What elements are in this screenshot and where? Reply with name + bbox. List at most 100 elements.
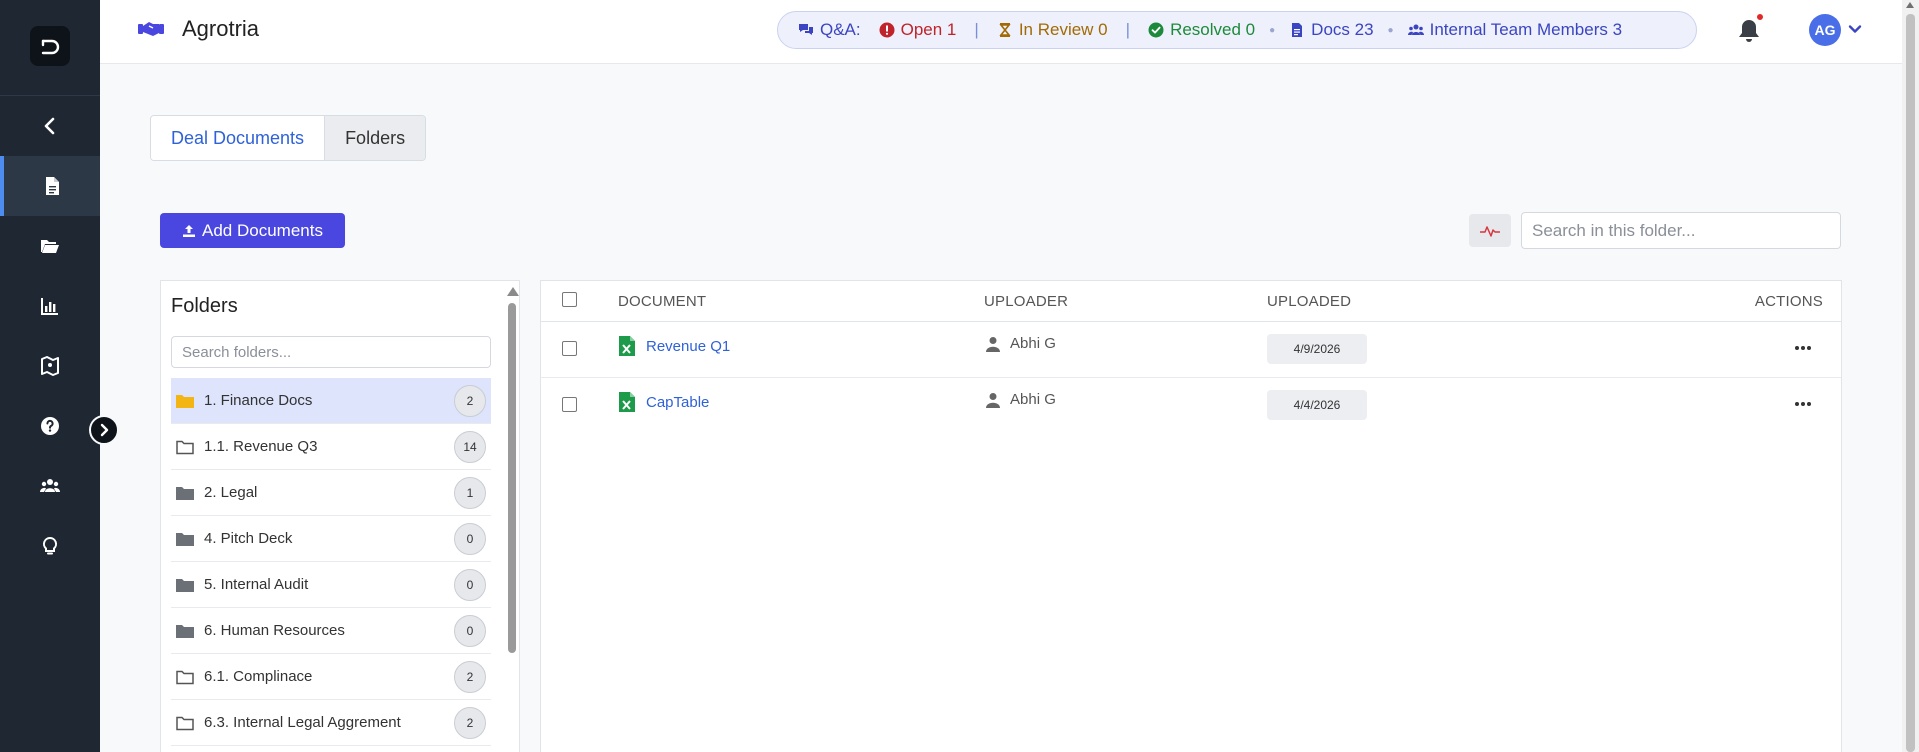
upload-icon — [183, 224, 196, 237]
folder-count-badge: 0 — [454, 568, 486, 601]
column-header-uploader[interactable]: UPLOADER — [984, 281, 1068, 321]
chevron-left-icon — [44, 117, 55, 135]
top-header: Agrotria Q&A: Open 1 | In Review 0 | Res… — [100, 0, 1902, 64]
scroll-up-arrow[interactable] — [507, 287, 519, 296]
open-count: Open 1 — [900, 20, 957, 39]
tab-folders[interactable]: Folders — [324, 116, 426, 160]
scrollbar-thumb[interactable] — [1906, 14, 1915, 752]
document-link[interactable]: Revenue Q1 — [646, 338, 730, 355]
page-title: Agrotria — [182, 16, 260, 41]
question-icon — [41, 417, 59, 435]
sidebar-item-help[interactable] — [0, 396, 100, 456]
activity-button[interactable] — [1469, 214, 1511, 247]
sidebar-item-map[interactable] — [0, 336, 100, 396]
column-header-uploaded[interactable]: UPLOADED — [1267, 281, 1351, 321]
users-icon — [1407, 24, 1424, 35]
uploader-cell: Abhi G — [986, 335, 1056, 352]
qa-label: Q&A: — [820, 20, 861, 39]
exclamation-circle-icon — [879, 22, 895, 38]
in-review-count: In Review 0 — [1018, 20, 1108, 39]
handshake-icon — [138, 22, 164, 36]
excel-file-icon — [619, 392, 635, 412]
excel-file-icon — [619, 336, 635, 356]
row-checkbox[interactable] — [562, 397, 577, 412]
heartbeat-icon — [1480, 225, 1500, 237]
documents-table: DOCUMENT UPLOADER UPLOADED ACTIONS Reven… — [540, 280, 1842, 752]
scrollbar-thumb[interactable] — [508, 303, 516, 653]
sidebar — [0, 0, 100, 752]
header-divider — [541, 321, 1841, 322]
folder-count-badge: 0 — [454, 522, 486, 555]
qa-stat[interactable]: Q&A: — [798, 20, 861, 40]
bar-chart-icon — [41, 298, 58, 315]
uploader-name: Abhi G — [1010, 391, 1056, 408]
folder-search-input[interactable] — [1521, 212, 1841, 249]
folders-scrollbar[interactable] — [506, 287, 519, 752]
resolved-stat[interactable]: Resolved 0 — [1148, 20, 1255, 40]
app-logo[interactable] — [30, 26, 70, 66]
folder-item[interactable]: 6. Human Resources 0 — [171, 608, 491, 654]
folder-count-badge: 2 — [454, 384, 486, 417]
sidebar-collapse-button[interactable] — [0, 96, 100, 156]
folder-count-badge: 2 — [454, 660, 486, 693]
page-scrollbar[interactable] — [1902, 0, 1919, 752]
folder-count-badge: 1 — [454, 476, 486, 509]
folder-item[interactable]: 4. Pitch Deck 0 — [171, 516, 491, 562]
folder-name: 2. Legal — [204, 484, 258, 501]
folder-item[interactable]: 2. Legal 1 — [171, 470, 491, 516]
sidebar-expand-toggle[interactable] — [89, 415, 119, 445]
folder-name: 6.1. Complinace — [204, 668, 313, 685]
notification-bell-icon[interactable] — [1737, 18, 1761, 44]
add-documents-button[interactable]: Add Documents — [160, 213, 345, 248]
document-cell[interactable]: Revenue Q1 — [618, 335, 730, 357]
folder-item[interactable]: 6.3. Internal Legal Aggrement 2 — [171, 700, 491, 746]
stat-dot: ● — [1269, 24, 1276, 36]
more-actions-icon[interactable] — [1793, 343, 1813, 353]
document-cell[interactable]: CapTable — [618, 391, 709, 413]
document-tabs: Deal Documents Folders — [150, 115, 427, 161]
stat-divider: | — [974, 20, 979, 39]
folder-open-icon — [41, 240, 59, 253]
in-review-stat[interactable]: In Review 0 — [997, 20, 1108, 40]
team-count: Internal Team Members 3 — [1429, 20, 1623, 39]
sidebar-item-insights[interactable] — [0, 516, 100, 576]
folder-icon — [176, 532, 194, 546]
team-stat[interactable]: Internal Team Members 3 — [1407, 20, 1623, 40]
sidebar-item-analytics[interactable] — [0, 276, 100, 336]
chevron-down-icon[interactable] — [1848, 22, 1862, 36]
folder-name: 1. Finance Docs — [204, 392, 313, 409]
chevron-right-icon — [100, 423, 109, 437]
resolved-count: Resolved 0 — [1170, 20, 1256, 39]
folders-panel: Folders 1. Finance Docs 2 1.1. Revenue Q… — [160, 280, 520, 752]
sidebar-item-folders[interactable] — [0, 216, 100, 276]
folders-heading: Folders — [171, 295, 238, 317]
folder-outline-icon — [176, 670, 194, 684]
column-header-document[interactable]: DOCUMENT — [618, 281, 706, 321]
row-checkbox[interactable] — [562, 341, 577, 356]
column-header-actions: ACTIONS — [1754, 292, 1823, 310]
user-avatar[interactable]: AG — [1809, 14, 1841, 46]
tab-deal-documents[interactable]: Deal Documents — [151, 116, 325, 160]
uploader-name: Abhi G — [1010, 335, 1056, 352]
more-actions-icon[interactable] — [1793, 399, 1813, 409]
folder-item[interactable]: 1. Finance Docs 2 — [171, 378, 491, 424]
file-icon — [1292, 23, 1303, 37]
folder-item[interactable]: 5. Internal Audit 0 — [171, 562, 491, 608]
folder-name: 1.1. Revenue Q3 — [204, 438, 318, 455]
folders-search-input[interactable] — [171, 336, 491, 368]
folder-item[interactable]: 6.1. Complinace 2 — [171, 654, 491, 700]
deal-stats-bar: Q&A: Open 1 | In Review 0 | Resolved 0 ●… — [777, 11, 1697, 49]
open-stat[interactable]: Open 1 — [879, 20, 957, 40]
scroll-up-arrow[interactable] — [1906, 2, 1914, 8]
sidebar-item-team[interactable] — [0, 456, 100, 516]
sidebar-item-documents[interactable] — [0, 156, 100, 216]
docs-count: Docs 23 — [1311, 20, 1374, 39]
folder-item[interactable]: 1.1. Revenue Q3 14 — [171, 424, 491, 470]
folder-name: 5. Internal Audit — [204, 576, 309, 593]
uploaded-date-badge: 4/4/2026 — [1267, 390, 1367, 420]
folder-name: 4. Pitch Deck — [204, 530, 293, 547]
select-all-checkbox[interactable] — [562, 292, 577, 307]
docs-stat[interactable]: Docs 23 — [1289, 20, 1374, 40]
folder-outline-icon — [176, 716, 194, 730]
document-link[interactable]: CapTable — [646, 394, 709, 411]
